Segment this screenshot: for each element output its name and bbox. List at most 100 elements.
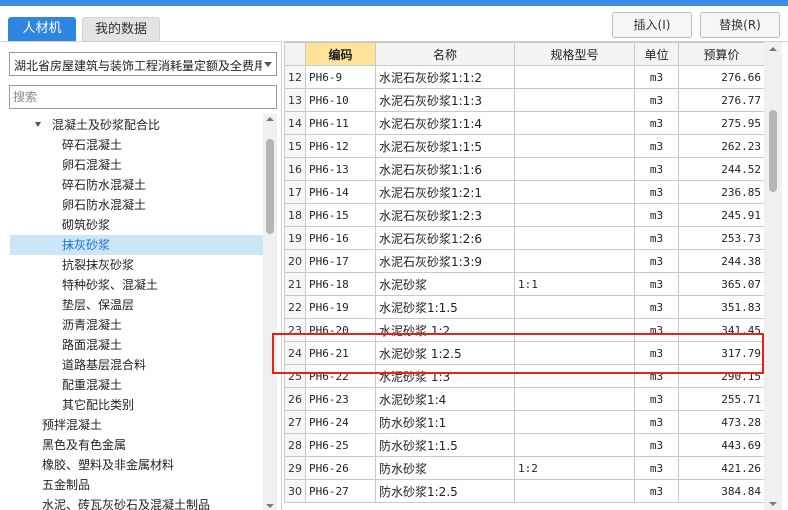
table-row[interactable]: 25 PH6-22 水泥砂浆 1:3 m3 290.15 bbox=[284, 364, 764, 388]
cell-code[interactable]: PH6-27 bbox=[305, 479, 376, 503]
cell-price[interactable]: 443.69 bbox=[678, 433, 764, 457]
cell-price[interactable]: 276.77 bbox=[678, 88, 764, 112]
cell-unit[interactable]: m3 bbox=[634, 341, 679, 365]
tree-item[interactable]: 抹灰砂浆 bbox=[10, 235, 263, 255]
cell-unit[interactable]: m3 bbox=[634, 433, 679, 457]
table-row[interactable]: 21 PH6-18 水泥砂浆 1:1 m3 365.07 bbox=[284, 272, 764, 296]
cell-rownum[interactable]: 13 bbox=[284, 88, 306, 112]
cell-price[interactable]: 317.79 bbox=[678, 341, 764, 365]
cell-unit[interactable]: m3 bbox=[634, 364, 679, 388]
table-row[interactable]: 22 PH6-19 水泥砂浆1:1.5 m3 351.83 bbox=[284, 295, 764, 319]
tree-item[interactable]: 路面混凝土 bbox=[10, 335, 263, 355]
cell-code[interactable]: PH6-9 bbox=[305, 65, 376, 89]
cell-code[interactable]: PH6-17 bbox=[305, 249, 376, 273]
cell-code[interactable]: PH6-23 bbox=[305, 387, 376, 411]
cell-unit[interactable]: m3 bbox=[634, 88, 679, 112]
table-row[interactable]: 19 PH6-16 水泥石灰砂浆1:2:6 m3 253.73 bbox=[284, 226, 764, 250]
cell-spec[interactable] bbox=[514, 318, 635, 342]
cell-name[interactable]: 水泥砂浆 1:2 bbox=[375, 318, 515, 342]
table-scrollbar[interactable] bbox=[764, 42, 782, 510]
tree-item[interactable]: 配重混凝土 bbox=[10, 375, 263, 395]
cell-spec[interactable] bbox=[514, 226, 635, 250]
scroll-up-icon[interactable] bbox=[266, 117, 274, 121]
header-price[interactable]: 预算价 bbox=[678, 42, 764, 66]
cell-price[interactable]: 244.52 bbox=[678, 157, 764, 181]
table-row[interactable]: 20 PH6-17 水泥石灰砂浆1:3:9 m3 244.38 bbox=[284, 249, 764, 273]
cell-spec[interactable] bbox=[514, 180, 635, 204]
tree-item[interactable]: 道路基层混合料 bbox=[10, 355, 263, 375]
cell-unit[interactable]: m3 bbox=[634, 479, 679, 503]
scroll-down-icon[interactable] bbox=[769, 502, 777, 506]
cell-code[interactable]: PH6-13 bbox=[305, 157, 376, 181]
table-row[interactable]: 13 PH6-10 水泥石灰砂浆1:1:3 m3 276.77 bbox=[284, 88, 764, 112]
cell-code[interactable]: PH6-15 bbox=[305, 203, 376, 227]
tree-item[interactable]: 五金制品 bbox=[10, 475, 263, 495]
cell-price[interactable]: 421.26 bbox=[678, 456, 764, 480]
cell-price[interactable]: 245.91 bbox=[678, 203, 764, 227]
cell-code[interactable]: PH6-22 bbox=[305, 364, 376, 388]
cell-rownum[interactable]: 16 bbox=[284, 157, 306, 181]
cell-spec[interactable] bbox=[514, 65, 635, 89]
cell-unit[interactable]: m3 bbox=[634, 65, 679, 89]
cell-unit[interactable]: m3 bbox=[634, 272, 679, 296]
library-select[interactable]: 湖北省房屋建筑与装饰工程消耗量定额及全费用 bbox=[9, 52, 277, 76]
cell-code[interactable]: PH6-16 bbox=[305, 226, 376, 250]
cell-spec[interactable] bbox=[514, 249, 635, 273]
cell-code[interactable]: PH6-24 bbox=[305, 410, 376, 434]
table-row[interactable]: 30 PH6-27 防水砂浆1:2.5 m3 384.84 bbox=[284, 479, 764, 503]
cell-name[interactable]: 水泥石灰砂浆1:1:3 bbox=[375, 88, 515, 112]
header-code[interactable]: 编码 bbox=[305, 42, 376, 66]
tab-materials[interactable]: 人材机 bbox=[8, 17, 76, 41]
cell-name[interactable]: 防水砂浆1:2.5 bbox=[375, 479, 515, 503]
header-spec[interactable]: 规格型号 bbox=[514, 42, 635, 66]
tree-item[interactable]: 混凝土及砂浆配合比 bbox=[10, 115, 263, 135]
cell-name[interactable]: 水泥石灰砂浆1:2:1 bbox=[375, 180, 515, 204]
tree-item[interactable]: 水泥、砖瓦灰砂石及混凝土制品 bbox=[10, 495, 263, 510]
tree-item[interactable]: 卵石混凝土 bbox=[10, 155, 263, 175]
table-row[interactable]: 28 PH6-25 防水砂浆1:1.5 m3 443.69 bbox=[284, 433, 764, 457]
cell-spec[interactable] bbox=[514, 479, 635, 503]
cell-price[interactable]: 290.15 bbox=[678, 364, 764, 388]
insert-button[interactable]: 插入(I) bbox=[612, 12, 692, 38]
cell-rownum[interactable]: 14 bbox=[284, 111, 306, 135]
cell-name[interactable]: 水泥砂浆 bbox=[375, 272, 515, 296]
cell-spec[interactable] bbox=[514, 341, 635, 365]
cell-name[interactable]: 水泥石灰砂浆1:3:9 bbox=[375, 249, 515, 273]
cell-unit[interactable]: m3 bbox=[634, 410, 679, 434]
cell-price[interactable]: 255.71 bbox=[678, 387, 764, 411]
cell-rownum[interactable]: 28 bbox=[284, 433, 306, 457]
cell-name[interactable]: 水泥砂浆1:1.5 bbox=[375, 295, 515, 319]
search-input[interactable] bbox=[9, 85, 277, 109]
cell-price[interactable]: 253.73 bbox=[678, 226, 764, 250]
cell-spec[interactable] bbox=[514, 134, 635, 158]
cell-price[interactable]: 236.85 bbox=[678, 180, 764, 204]
tab-my-data[interactable]: 我的数据 bbox=[82, 17, 160, 41]
cell-name[interactable]: 防水砂浆1:1.5 bbox=[375, 433, 515, 457]
cell-spec[interactable] bbox=[514, 88, 635, 112]
cell-rownum[interactable]: 19 bbox=[284, 226, 306, 250]
table-row[interactable]: 23 PH6-20 水泥砂浆 1:2 m3 341.45 bbox=[284, 318, 764, 342]
tree-item[interactable]: 预拌混凝土 bbox=[10, 415, 263, 435]
cell-spec[interactable]: 1:2 bbox=[514, 456, 635, 480]
cell-code[interactable]: PH6-10 bbox=[305, 88, 376, 112]
tree-item[interactable]: 砌筑砂浆 bbox=[10, 215, 263, 235]
table-row[interactable]: 15 PH6-12 水泥石灰砂浆1:1:5 m3 262.23 bbox=[284, 134, 764, 158]
cell-price[interactable]: 473.28 bbox=[678, 410, 764, 434]
cell-name[interactable]: 水泥石灰砂浆1:1:5 bbox=[375, 134, 515, 158]
tree-item[interactable]: 垫层、保温层 bbox=[10, 295, 263, 315]
cell-rownum[interactable]: 23 bbox=[284, 318, 306, 342]
cell-unit[interactable]: m3 bbox=[634, 226, 679, 250]
cell-code[interactable]: PH6-18 bbox=[305, 272, 376, 296]
header-name[interactable]: 名称 bbox=[375, 42, 515, 66]
cell-code[interactable]: PH6-19 bbox=[305, 295, 376, 319]
cell-price[interactable]: 276.66 bbox=[678, 65, 764, 89]
cell-name[interactable]: 水泥石灰砂浆1:1:4 bbox=[375, 111, 515, 135]
cell-rownum[interactable]: 25 bbox=[284, 364, 306, 388]
scroll-down-icon[interactable] bbox=[266, 504, 274, 508]
cell-price[interactable]: 275.95 bbox=[678, 111, 764, 135]
chevron-down-icon[interactable] bbox=[264, 62, 272, 67]
cell-rownum[interactable]: 21 bbox=[284, 272, 306, 296]
cell-name[interactable]: 防水砂浆1:1 bbox=[375, 410, 515, 434]
cell-code[interactable]: PH6-21 bbox=[305, 341, 376, 365]
cell-unit[interactable]: m3 bbox=[634, 318, 679, 342]
